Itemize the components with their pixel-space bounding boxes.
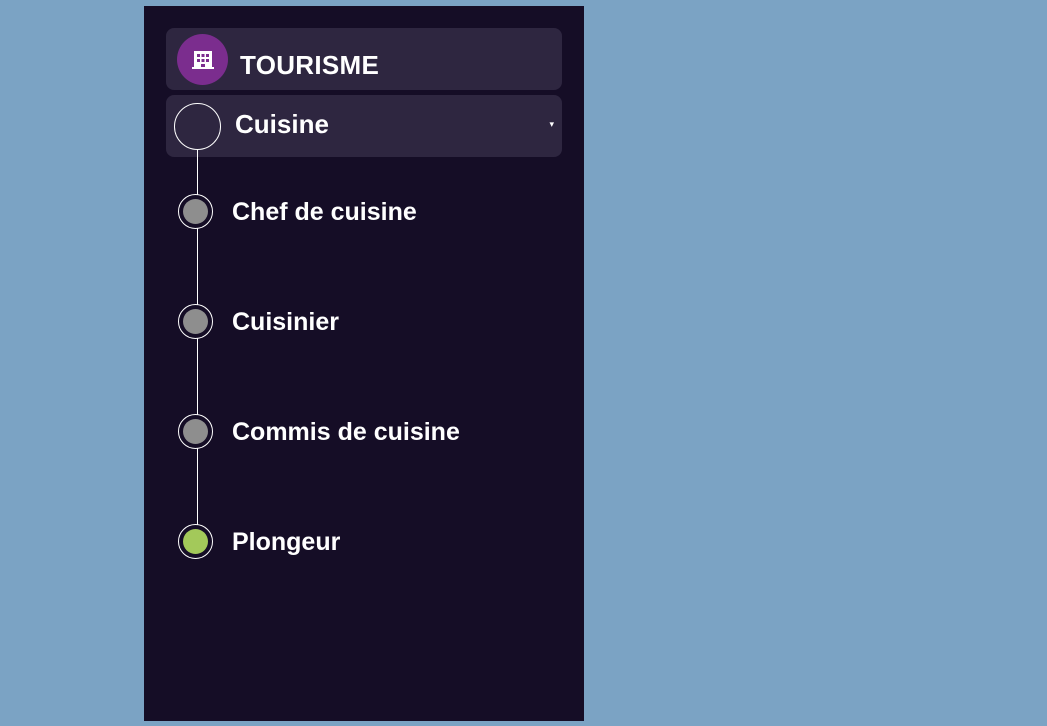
job-label: Commis de cuisine [232, 418, 460, 446]
job-status-ring [178, 524, 213, 559]
building-icon [177, 34, 228, 85]
job-status-dot [183, 199, 208, 224]
job-item-chef-de-cuisine[interactable]: Chef de cuisine [178, 192, 558, 232]
job-item-cuisinier[interactable]: Cuisinier [178, 302, 558, 342]
job-label: Cuisinier [232, 308, 339, 336]
sector-title: TOURISME [240, 50, 380, 80]
job-status-ring [178, 194, 213, 229]
job-label: Plongeur [232, 528, 341, 556]
job-status-ring [178, 304, 213, 339]
job-status-ring [178, 414, 213, 449]
chevron-down-icon[interactable]: ▾ [549, 119, 554, 129]
job-status-dot [183, 529, 208, 554]
category-label: Cuisine [235, 109, 329, 139]
sector-header: TOURISME [166, 28, 562, 90]
career-panel: TOURISME Cuisine ▾ Chef de cuisine Cuisi… [144, 6, 584, 721]
job-status-dot [183, 419, 208, 444]
job-status-dot [183, 309, 208, 334]
job-item-commis-de-cuisine[interactable]: Commis de cuisine [178, 412, 558, 452]
category-dropdown[interactable]: Cuisine ▾ [166, 95, 562, 157]
job-label: Chef de cuisine [232, 198, 417, 226]
category-circle [174, 103, 221, 150]
job-item-plongeur[interactable]: Plongeur [178, 522, 558, 562]
